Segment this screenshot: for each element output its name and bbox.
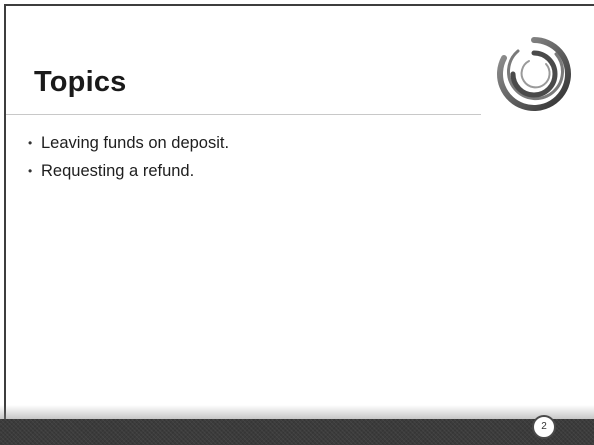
bullet-item: • Leaving funds on deposit. <box>28 134 229 152</box>
page-number-badge: 2 <box>532 415 556 439</box>
bullet-dot: • <box>28 164 33 178</box>
title-divider <box>6 114 481 115</box>
bullet-dot: • <box>28 136 33 150</box>
frame-top-border <box>4 4 594 6</box>
concentric-rings-logo-icon <box>497 37 571 111</box>
bullet-list: • Leaving funds on deposit. • Requesting… <box>28 134 229 190</box>
bullet-text: Requesting a refund. <box>41 162 195 180</box>
bullet-item: • Requesting a refund. <box>28 162 229 180</box>
slide-title: Topics <box>34 66 127 98</box>
footer-bar <box>0 419 594 445</box>
bullet-text: Leaving funds on deposit. <box>41 134 230 152</box>
frame-left-border <box>4 4 6 419</box>
footer-shadow <box>0 405 594 419</box>
slide: Topics • Leaving funds on deposit. • Req… <box>0 0 594 445</box>
